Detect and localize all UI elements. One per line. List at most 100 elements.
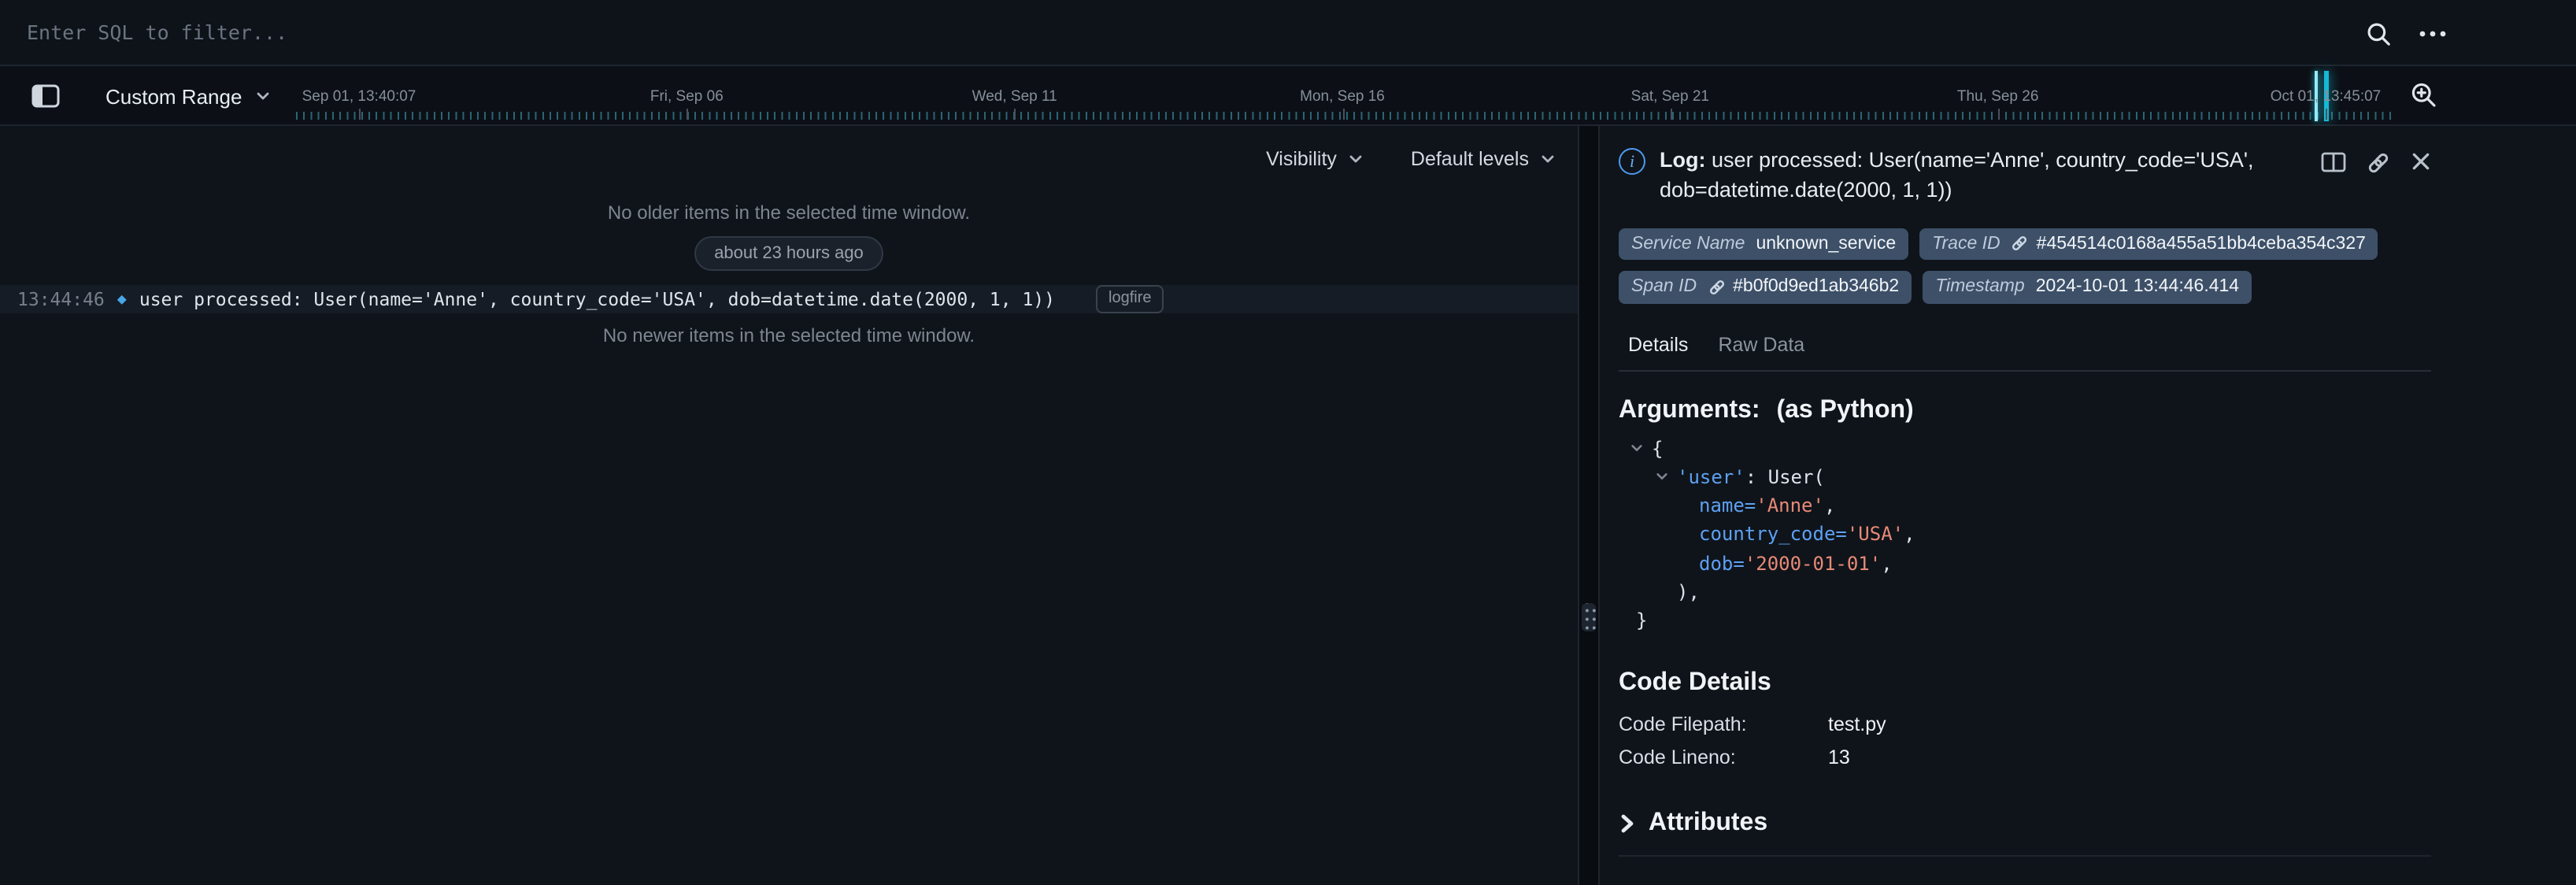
timeline-tick-mark — [1015, 109, 1016, 120]
relative-time-badge[interactable]: about 23 hours ago — [694, 236, 884, 271]
log-message: user processed: User(name='Anne', countr… — [139, 288, 1055, 310]
timeline-tick-label: Mon, Sep 16 — [1300, 88, 1385, 106]
log-scope-tag: logfire — [1096, 285, 1164, 313]
code-line: { — [1619, 434, 2431, 463]
code-detail-row: Code Lineno:13 — [1619, 741, 2431, 774]
code-line: dob='2000-01-01', — [1619, 549, 2431, 578]
timeline-tick-mark — [1670, 109, 1671, 120]
arguments-subtitle: (as Python) — [1776, 396, 1913, 423]
code-token: dob= — [1699, 549, 1745, 578]
code-detail-label: Code Filepath: — [1619, 713, 1828, 735]
code-line: } — [1619, 607, 2431, 636]
timeline-tick-label: Wed, Sep 11 — [972, 88, 1057, 106]
code-token: '2000-01-01' — [1745, 549, 1881, 578]
attributes-label: Attributes — [1649, 809, 1767, 837]
arguments-title: Arguments: — [1619, 396, 1760, 423]
detail-kind-label: Log: — [1660, 148, 1706, 172]
code-line: ), — [1619, 578, 2431, 607]
timeline-tick-mark — [1998, 109, 2000, 120]
meta-badge-label: Trace ID — [1932, 233, 2000, 256]
detail-title: Log: user processed: User(name='Anne', c… — [1660, 146, 2321, 206]
zoom-in-icon[interactable] — [2409, 80, 2437, 109]
code-token: , — [1904, 520, 1915, 550]
log-list-toolbar: Visibility Default levels — [0, 126, 1578, 170]
meta-badge-label: Span ID — [1631, 276, 1697, 298]
log-list-panel: Visibility Default levels No older items… — [0, 126, 1579, 885]
visibility-dropdown[interactable]: Visibility — [1266, 148, 1364, 170]
collapse-caret-icon[interactable] — [1630, 441, 1652, 455]
tab-details[interactable]: Details — [1619, 322, 1708, 369]
detail-panel: i Log: user processed: User(name='Anne',… — [1598, 126, 2576, 885]
arguments-heading: Arguments: (as Python) — [1619, 396, 2431, 424]
code-line: name='Anne', — [1619, 491, 2431, 520]
chevron-down-icon — [1540, 151, 1556, 167]
code-token: name= — [1699, 491, 1756, 520]
meta-badge: Trace ID #454514c0168a455a51bb4ceba354c32… — [1919, 228, 2378, 261]
chevron-down-icon — [1348, 151, 1364, 167]
code-token: 'USA' — [1847, 520, 1904, 550]
chevron-right-icon — [1619, 812, 1634, 834]
visibility-label: Visibility — [1266, 148, 1337, 170]
app-window: Custom Range Sep 01, 13:40:07Fri, Sep 06… — [0, 0, 2576, 885]
code-detail-value: test.py — [1828, 713, 1886, 735]
log-level-diamond-icon: ◆ — [117, 291, 127, 308]
meta-badge-value: 2024-10-01 13:44:46.414 — [2036, 276, 2239, 298]
code-detail-label: Code Lineno: — [1619, 746, 1828, 768]
timeline-tick-label: Sep 01, 13:40:07 — [302, 88, 416, 106]
no-older-note: No older items in the selected time wind… — [0, 202, 1578, 224]
code-token: ), — [1677, 578, 1700, 607]
attributes-toggle[interactable]: Attributes — [1619, 809, 2431, 837]
arguments-code: {'user': User(name='Anne',country_code='… — [1619, 434, 2431, 635]
timeline-tick-mark — [687, 109, 688, 120]
timeline-tick-mark — [2326, 109, 2327, 120]
panel-divider[interactable] — [1579, 126, 1598, 885]
meta-badges: Service Name unknown_service Trace ID #4545… — [1619, 206, 2431, 304]
meta-badge-label: Timestamp — [1935, 276, 2025, 298]
close-icon[interactable] — [2411, 151, 2431, 172]
link-icon[interactable] — [1708, 279, 1725, 296]
meta-badge-value: #b0f0d9ed1ab346b2 — [1733, 276, 1899, 298]
code-token: country_code= — [1699, 520, 1847, 550]
meta-badge-value: unknown_service — [1756, 233, 1896, 256]
open-panel-icon[interactable] — [2321, 151, 2346, 173]
default-levels-label: Default levels — [1411, 148, 1529, 170]
timeline-axis — [296, 112, 2396, 120]
panel-resize-handle[interactable] — [1582, 603, 1596, 631]
code-token: { — [1652, 434, 1663, 463]
code-token: 'Anne' — [1756, 491, 1824, 520]
meta-badge: Timestamp 2024-10-01 13:44:46.414 — [1923, 271, 2252, 303]
default-levels-dropdown[interactable]: Default levels — [1411, 148, 1556, 170]
code-detail-value: 13 — [1828, 746, 1850, 768]
code-token: , — [1824, 491, 1835, 520]
more-menu-icon[interactable] — [2419, 29, 2447, 37]
code-token: : User( — [1745, 463, 1825, 492]
section-divider — [1619, 854, 2431, 856]
code-token: , — [1881, 549, 1892, 578]
sql-filter-input[interactable] — [0, 0, 2576, 65]
code-detail-row: Code Filepath:test.py — [1619, 708, 2431, 741]
code-line: country_code='USA', — [1619, 520, 2431, 550]
meta-badge: Span ID #b0f0d9ed1ab346b2 — [1619, 271, 1912, 303]
copy-link-icon[interactable] — [2367, 151, 2390, 175]
timeline-tick-label: Thu, Sep 26 — [1957, 88, 2039, 106]
meta-badge-label: Service Name — [1631, 233, 1745, 256]
detail-tabs: DetailsRaw Data — [1619, 322, 2431, 371]
main-area: Visibility Default levels No older items… — [0, 126, 2576, 885]
topbar-icons — [2365, 0, 2447, 66]
detail-header: i Log: user processed: User(name='Anne',… — [1619, 126, 2431, 206]
timeline-tick-mark — [359, 109, 361, 120]
code-token: 'user' — [1677, 463, 1745, 492]
code-line: 'user': User( — [1619, 463, 2431, 492]
meta-badge: Service Name unknown_service — [1619, 228, 1908, 261]
log-row[interactable]: 13:44:46 ◆ user processed: User(name='An… — [0, 285, 1578, 313]
relative-time-wrap: about 23 hours ago — [0, 236, 1578, 271]
log-timestamp: 13:44:46 — [17, 288, 105, 310]
timeline-track[interactable]: Sep 01, 13:40:07 Fri, Sep 06 Wed, Sep 11 Mo… — [0, 66, 2576, 124]
collapse-caret-icon[interactable] — [1655, 470, 1677, 484]
timeline-tick-label: Fri, Sep 06 — [650, 88, 724, 106]
info-icon: i — [1619, 148, 1645, 175]
meta-badge-value: #454514c0168a455a51bb4ceba354c327 — [2037, 233, 2366, 256]
link-icon[interactable] — [2012, 235, 2029, 253]
search-icon[interactable] — [2365, 20, 2392, 46]
tab-raw-data[interactable]: Raw Data — [1708, 322, 1825, 369]
